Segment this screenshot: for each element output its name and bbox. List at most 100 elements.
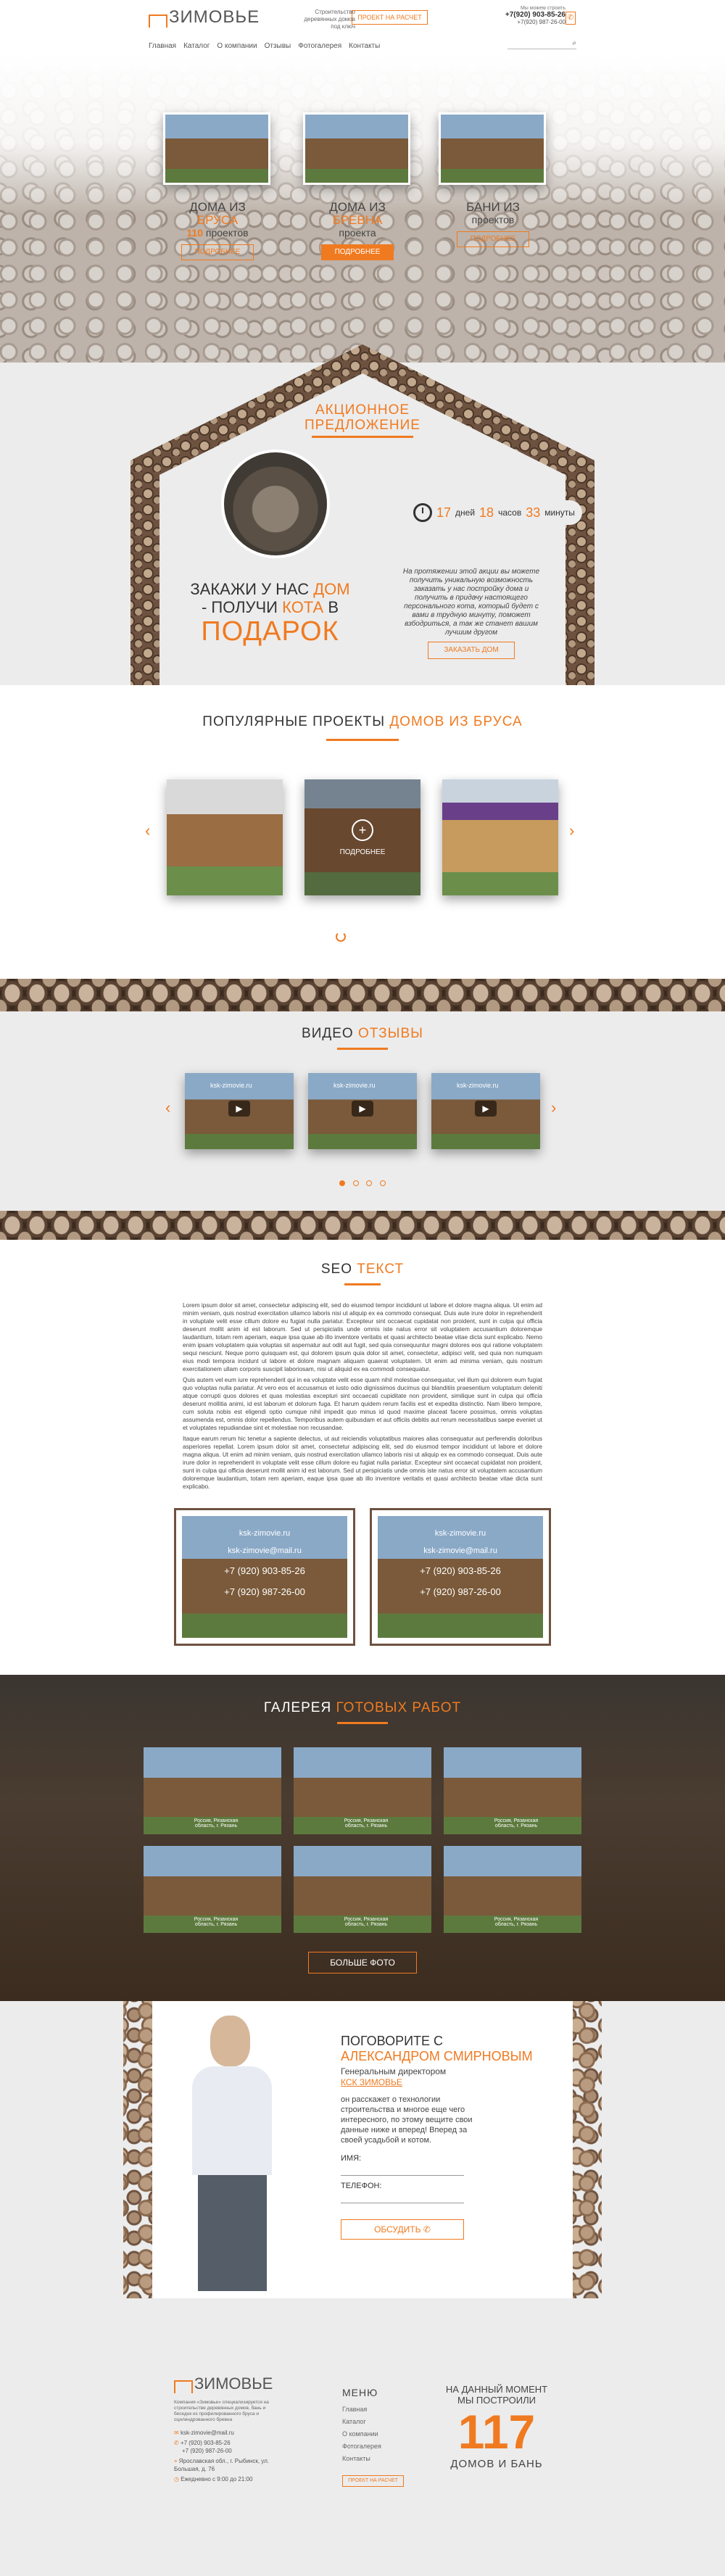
popular-prev-arrow[interactable]: ‹: [145, 821, 150, 840]
order-house-button[interactable]: ЗАКАЗАТЬ ДОМ: [428, 642, 515, 659]
video-thumb-caption: ksk-zimovie.ru: [457, 1082, 499, 1089]
director-shirt: [192, 2066, 272, 2175]
footer-address: ⌖ Ярославская обл., г. Рыбинск, ул. Боль…: [174, 2457, 276, 2473]
seo-photo[interactable]: ksk-zimovie.ru ksk-zimovie@mail.ru +7 (9…: [378, 1516, 543, 1638]
site-header: ЗИМОВЬЕ Строительство деревянных домов п…: [0, 0, 725, 54]
hero-card-more-button[interactable]: ПОДРОБНЕЕ: [321, 244, 394, 260]
popular-next-arrow[interactable]: ›: [569, 821, 574, 840]
promo-headline-big: ПОДАРОК: [201, 616, 339, 647]
promo-headline-text1: ЗАКАЖИ У НАС: [190, 580, 310, 598]
nav-item-about[interactable]: О компании: [217, 42, 257, 50]
countdown-hours: 18: [479, 505, 494, 520]
phone-1[interactable]: +7(920) 903-85-26: [500, 11, 566, 19]
footer-menu: МЕНЮ Главная Каталог О компании Фотогале…: [342, 2387, 422, 2487]
gallery-item[interactable]: Россия, Рязанская область, г. Рязань: [144, 1846, 281, 1933]
phone-input[interactable]: [341, 2190, 464, 2203]
hero-card-count: 110 проектов: [163, 227, 272, 239]
play-icon[interactable]: ▶: [228, 1101, 250, 1117]
video-section: ВИДЕО ОТЗЫВЫ ‹ › ksk-zimovie.ru ▶ ksk-zi…: [0, 1011, 725, 1211]
footer-logo[interactable]: ЗИМОВЬЕ: [174, 2374, 273, 2393]
promo-headline-accent1: ДОМ: [313, 580, 350, 598]
pagination-dot-active[interactable]: [339, 1180, 346, 1186]
contact-company: КСК ЗИМОВЬЕ: [341, 2077, 402, 2087]
seo-paragraph: Quis autem vel eum iure reprehenderit qu…: [183, 1376, 542, 1431]
footer-logo-text: ЗИМОВЬЕ: [194, 2374, 273, 2393]
play-icon[interactable]: ▶: [352, 1101, 373, 1117]
footer-phone[interactable]: ✆ +7 (920) 903-85-26: [174, 2439, 276, 2447]
more-photos-button[interactable]: БОЛЬШЕ ФОТО: [308, 1952, 417, 1974]
nav-item-contacts[interactable]: Контакты: [349, 42, 380, 50]
gallery-item[interactable]: Россия, Рязанская область, г. Рязань: [294, 1747, 431, 1834]
footer-cta-button[interactable]: ПРОЕКТ НА РАСЧЕТ: [342, 2475, 404, 2487]
gallery-title-main: ГАЛЕРЕЯ: [263, 1700, 332, 1715]
promo-title-underline: [312, 436, 413, 438]
hero-card-image[interactable]: [303, 112, 410, 185]
video-underline: [337, 1048, 388, 1050]
hero-card-timber: ДОМА ИЗ БРУСА 110 проектов ПОДРОБНЕЕ: [163, 112, 272, 260]
footer-menu-item[interactable]: О компании: [342, 2430, 422, 2438]
search-icon[interactable]: ⌕: [572, 39, 576, 47]
hero-card-image[interactable]: [439, 112, 546, 185]
zoom-icon[interactable]: +: [352, 819, 373, 841]
gallery-item[interactable]: Россия, Рязанская область, г. Рязань: [444, 1846, 581, 1933]
discuss-button[interactable]: ОБСУДИТЬ ✆: [341, 2219, 464, 2240]
name-label: ИМЯ:: [341, 2154, 362, 2163]
countdown-days-label: дней: [455, 508, 476, 518]
nav-item-gallery[interactable]: Фотогалерея: [298, 42, 341, 50]
gallery-item[interactable]: Россия, Рязанская область, г. Рязань: [444, 1747, 581, 1834]
pagination-dot[interactable]: [352, 1180, 359, 1186]
footer-email[interactable]: ✉ ksk-zimovie@mail.ru: [174, 2429, 276, 2437]
seo-photo[interactable]: ksk-zimovie.ru ksk-zimovie@mail.ru +7 (9…: [182, 1516, 347, 1638]
clock-icon: ◷: [174, 2476, 179, 2482]
hero-card-image[interactable]: [163, 112, 270, 185]
footer-menu-item[interactable]: Каталог: [342, 2418, 422, 2425]
footer-menu-item[interactable]: Главная: [342, 2406, 422, 2413]
stats-number: 117: [457, 2405, 536, 2459]
video-thumb[interactable]: ksk-zimovie.ru ▶: [185, 1073, 294, 1149]
callback-icon[interactable]: ✆: [566, 12, 576, 25]
footer-menu-item[interactable]: Фотогалерея: [342, 2443, 422, 2450]
pagination-dot[interactable]: [366, 1180, 373, 1186]
project-more-label[interactable]: ПОДРОБНЕЕ: [304, 848, 420, 856]
video-next-arrow[interactable]: ›: [551, 1098, 556, 1117]
hero-card-more-button[interactable]: ПОДРОБНЕЕ: [181, 244, 254, 260]
footer-stats: НА ДАННЫЙ МОМЕНТ МЫ ПОСТРОИЛИ 117 ДОМОВ …: [431, 2384, 562, 2470]
search-box[interactable]: ⌕: [508, 39, 576, 49]
seo-photo-frame: ksk-zimovie.ru ksk-zimovie@mail.ru +7 (9…: [370, 1508, 551, 1646]
stats-label: ДОМОВ И БАНЬ: [450, 2458, 543, 2470]
pagination-dot[interactable]: [379, 1180, 386, 1186]
video-title-text: ВИДЕО ОТЗЫВЫ: [0, 1026, 725, 1042]
video-thumb[interactable]: ksk-zimovie.ru ▶: [431, 1073, 540, 1149]
gallery-item[interactable]: Россия, Рязанская область, г. Рязань: [294, 1846, 431, 1933]
video-thumb[interactable]: ksk-zimovie.ru ▶: [308, 1073, 417, 1149]
log-divider: [0, 1211, 725, 1240]
popular-underline: [326, 739, 399, 741]
name-input[interactable]: [341, 2163, 464, 2176]
play-icon[interactable]: ▶: [475, 1101, 497, 1117]
header-cta-button[interactable]: ПРОЕКТ НА РАСЧЕТ: [352, 10, 428, 25]
project-card[interactable]: [442, 779, 558, 895]
nav-item-reviews[interactable]: Отзывы: [265, 42, 291, 50]
site-footer: ЗИМОВЬЕ Компания «Зимовье» специализируе…: [0, 2298, 725, 2576]
promo-section: АКЦИОННОЕ ПРЕДЛОЖЕНИЕ 17 дней 18 часов 3…: [0, 344, 725, 685]
phone-2[interactable]: +7(920) 987-26-00: [500, 19, 566, 25]
nav-item-catalog[interactable]: Каталог: [183, 42, 210, 50]
popular-title-text: ПОПУЛЯРНЫЕ ПРОЕКТЫ ДОМОВ ИЗ БРУСА: [0, 714, 725, 730]
project-card[interactable]: [167, 779, 283, 895]
promo-headline-accent2: КОТА: [282, 598, 324, 616]
nav-item-home[interactable]: Главная: [149, 42, 176, 50]
phone-icon: ✆: [174, 2440, 179, 2446]
footer-contacts: ✉ ksk-zimovie@mail.ru ✆ +7 (920) 903-85-…: [174, 2429, 276, 2483]
logo-house-icon: [149, 15, 167, 28]
gallery-caption: Россия, Рязанская область, г. Рязань: [194, 1818, 239, 1829]
logo[interactable]: ЗИМОВЬЕ: [149, 7, 260, 28]
footer-phone2[interactable]: +7 (920) 987-26-00: [174, 2447, 276, 2455]
hero-card-more-button[interactable]: ПОДРОБНЕЕ: [457, 231, 529, 247]
director-head: [210, 2016, 250, 2066]
gallery-item[interactable]: Россия, Рязанская область, г. Рязань: [144, 1747, 281, 1834]
video-prev-arrow[interactable]: ‹: [165, 1098, 170, 1117]
footer-menu-item[interactable]: Контакты: [342, 2455, 422, 2462]
project-card-active[interactable]: + ПОДРОБНЕЕ: [304, 779, 420, 895]
gallery-section: ГАЛЕРЕЯ ГОТОВЫХ РАБОТ Россия, Рязанская …: [0, 1675, 725, 2001]
seo-title-main: SEO: [320, 1262, 352, 1277]
